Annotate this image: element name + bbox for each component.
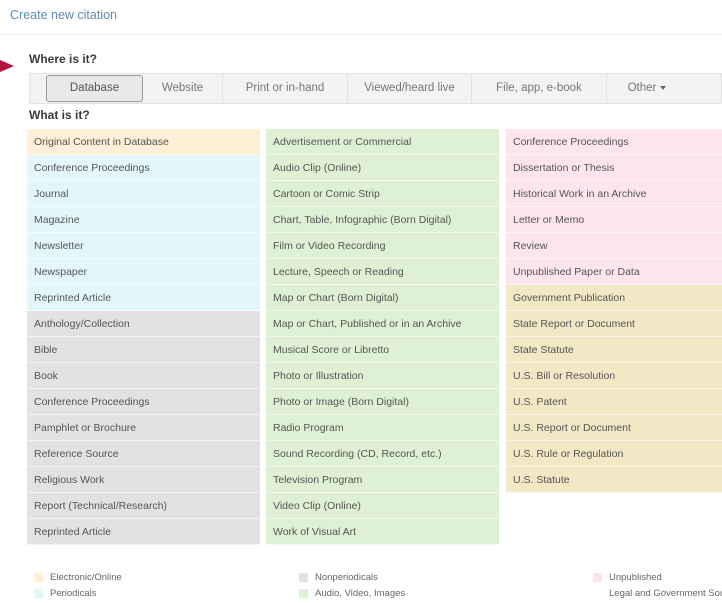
chevron-down-icon	[660, 85, 667, 90]
tab-website[interactable]: Website	[143, 74, 223, 103]
source-type-column-1: Original Content in Database Conference P…	[27, 129, 260, 545]
source-type-item[interactable]: Letter or Memo	[506, 207, 722, 233]
create-new-citation-link[interactable]: Create new citation	[10, 8, 117, 22]
category-legend: Electronic/Online Periodicals Nonperiodi…	[0, 572, 722, 603]
legend-nonperiodicals: Nonperiodicals	[299, 572, 378, 584]
source-type-item[interactable]: U.S. Bill or Resolution	[506, 363, 722, 389]
source-type-item[interactable]: Original Content in Database	[27, 129, 260, 155]
source-type-item[interactable]: Reference Source	[27, 441, 260, 467]
source-type-item[interactable]: Newspaper	[27, 259, 260, 285]
pointer-arrow-icon	[0, 60, 14, 72]
source-type-item[interactable]: Advertisement or Commercial	[266, 129, 499, 155]
source-type-item[interactable]: Cartoon or Comic Strip	[266, 181, 499, 207]
source-type-item[interactable]: Newsletter	[27, 233, 260, 259]
source-type-item[interactable]: Audio Clip (Online)	[266, 155, 499, 181]
source-type-item[interactable]: Magazine	[27, 207, 260, 233]
source-type-item[interactable]: Conference Proceedings	[27, 155, 260, 181]
tab-other-label: Other	[627, 82, 657, 94]
tab-file-app-ebook[interactable]: File, app, e-book	[472, 74, 607, 103]
source-type-item[interactable]: Lecture, Speech or Reading	[266, 259, 499, 285]
source-type-item[interactable]: Report (Technical/Research)	[27, 493, 260, 519]
source-type-item[interactable]: Conference Proceedings	[506, 129, 722, 155]
source-type-item[interactable]: U.S. Patent	[506, 389, 722, 415]
legend-unpublished: Unpublished	[593, 572, 662, 584]
source-type-item[interactable]: Chart, Table, Infographic (Born Digital)	[266, 207, 499, 233]
source-type-item[interactable]: Government Publication	[506, 285, 722, 311]
legend-legal-government: Legal and Government Sources	[609, 588, 722, 600]
source-type-column-3: Conference Proceedings Dissertation or Th…	[506, 129, 722, 493]
source-type-item[interactable]: Conference Proceedings	[27, 389, 260, 415]
legend-electronic-online: Electronic/Online	[34, 572, 122, 584]
source-type-item[interactable]: Bible	[27, 337, 260, 363]
source-type-item[interactable]: Book	[27, 363, 260, 389]
legend-swatch	[34, 573, 43, 582]
tab-viewed-heard-live[interactable]: Viewed/heard live	[348, 74, 472, 103]
source-type-item[interactable]: Religious Work	[27, 467, 260, 493]
source-type-item[interactable]: Work of Visual Art	[266, 519, 499, 545]
what-is-it-label: What is it?	[29, 108, 90, 122]
legend-swatch	[299, 573, 308, 582]
source-type-item[interactable]: Film or Video Recording	[266, 233, 499, 259]
source-type-item[interactable]: Journal	[27, 181, 260, 207]
source-type-item[interactable]: U.S. Report or Document	[506, 415, 722, 441]
source-location-tabs: Database Website Print or in-hand Viewed…	[29, 73, 722, 104]
source-type-item[interactable]: Photo or Illustration	[266, 363, 499, 389]
source-type-item[interactable]: Review	[506, 233, 722, 259]
where-is-it-label: Where is it?	[29, 52, 98, 66]
source-type-column-2: Advertisement or Commercial Audio Clip (O…	[266, 129, 499, 545]
source-type-item[interactable]: Photo or Image (Born Digital)	[266, 389, 499, 415]
source-type-item[interactable]: Dissertation or Thesis	[506, 155, 722, 181]
source-type-item[interactable]: Radio Program	[266, 415, 499, 441]
legend-audio-video-images: Audio, Video, Images	[299, 588, 405, 600]
source-type-item[interactable]: Unpublished Paper or Data	[506, 259, 722, 285]
legend-swatch	[593, 573, 602, 582]
source-type-item[interactable]: Musical Score or Libretto	[266, 337, 499, 363]
source-type-item[interactable]: Sound Recording (CD, Record, etc.)	[266, 441, 499, 467]
tab-print-or-in-hand[interactable]: Print or in-hand	[223, 74, 348, 103]
source-type-item[interactable]: Anthology/Collection	[27, 311, 260, 337]
source-type-item[interactable]: Reprinted Article	[27, 519, 260, 545]
tab-database[interactable]: Database	[46, 75, 143, 102]
source-type-item[interactable]: Historical Work in an Archive	[506, 181, 722, 207]
source-type-item[interactable]: Pamphlet or Brochure	[27, 415, 260, 441]
source-type-item[interactable]: Map or Chart (Born Digital)	[266, 285, 499, 311]
source-type-item[interactable]: State Report or Document	[506, 311, 722, 337]
legend-swatch	[34, 589, 43, 598]
source-type-item[interactable]: U.S. Statute	[506, 467, 722, 493]
tab-other-dropdown[interactable]: Other	[607, 74, 687, 103]
header-divider	[0, 34, 722, 35]
source-type-item[interactable]: Map or Chart, Published or in an Archive	[266, 311, 499, 337]
legend-periodicals: Periodicals	[34, 588, 96, 600]
source-type-item[interactable]: Reprinted Article	[27, 285, 260, 311]
source-type-item[interactable]: Video Clip (Online)	[266, 493, 499, 519]
legend-swatch	[299, 589, 308, 598]
source-type-item[interactable]: Television Program	[266, 467, 499, 493]
source-type-item[interactable]: U.S. Rule or Regulation	[506, 441, 722, 467]
source-type-item[interactable]: State Statute	[506, 337, 722, 363]
